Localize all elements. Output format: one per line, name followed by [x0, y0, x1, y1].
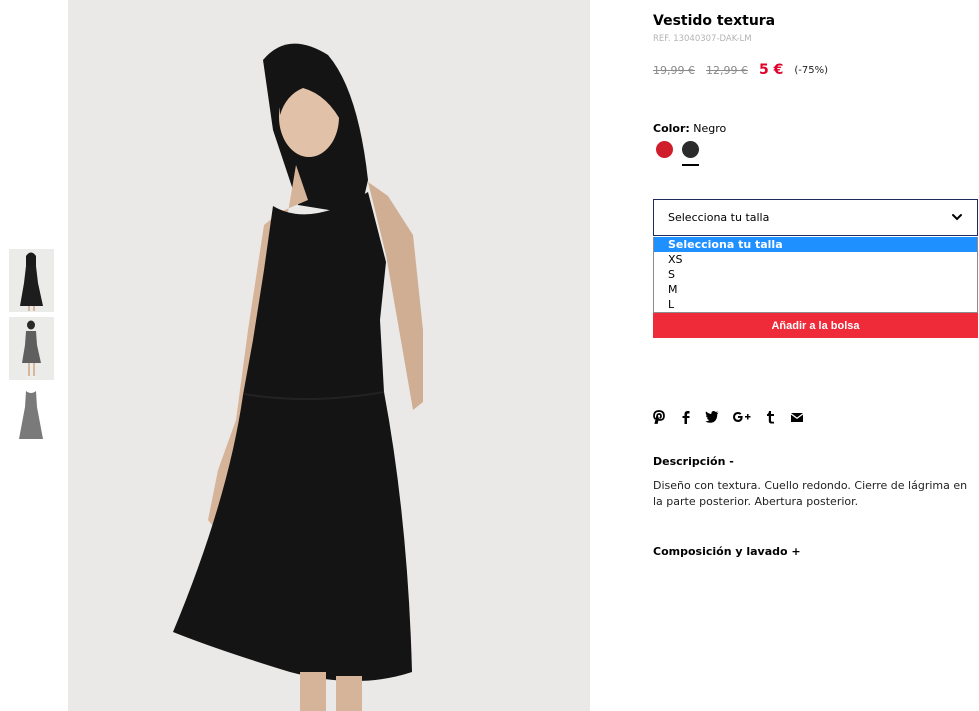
description-text: Diseño con textura. Cuello redondo. Cier…: [653, 479, 968, 508]
facebook-icon[interactable]: [680, 409, 692, 425]
size-option-l[interactable]: L: [654, 297, 977, 312]
description-heading[interactable]: Descripción -: [653, 455, 734, 468]
size-option-xs[interactable]: XS: [654, 252, 977, 267]
thumbnail-front-image: [9, 249, 54, 312]
thumbnail-flat[interactable]: [9, 385, 54, 448]
twitter-icon[interactable]: [704, 409, 720, 425]
color-swatch-black[interactable]: [682, 141, 699, 158]
color-swatch-red[interactable]: [656, 141, 673, 158]
discount-label: (-75%): [794, 64, 828, 76]
size-select[interactable]: Selecciona tu talla: [653, 199, 978, 236]
thumbnail-back-image: [9, 317, 54, 380]
model-image: [68, 0, 590, 711]
price-sale: 5 €: [759, 62, 784, 78]
tumblr-icon[interactable]: [764, 409, 776, 425]
product-photo: [68, 0, 590, 711]
size-option-s[interactable]: S: [654, 267, 977, 282]
size-select-value: Selecciona tu talla: [668, 211, 770, 224]
chevron-down-icon: [952, 214, 962, 221]
color-selected-name: Negro: [693, 122, 727, 135]
price-original-1: 19,99 €: [653, 63, 695, 77]
composition-heading[interactable]: Composición y lavado +: [653, 545, 801, 558]
pinterest-icon[interactable]: [652, 409, 666, 425]
price-original-2: 12,99 €: [706, 63, 748, 77]
color-label-row: Color: Negro: [653, 122, 726, 135]
size-option-m[interactable]: M: [654, 282, 977, 297]
email-icon[interactable]: [789, 409, 805, 425]
size-option-placeholder[interactable]: Selecciona tu talla: [654, 237, 977, 252]
product-reference: REF. 13040307-DAK-LM: [653, 34, 752, 44]
color-label: Color:: [653, 122, 690, 135]
selected-swatch-indicator: [682, 164, 699, 166]
product-title: Vestido textura: [653, 13, 776, 29]
thumbnail-flat-image: [9, 385, 54, 448]
size-options-list: Selecciona tu talla XS S M L: [653, 237, 978, 313]
thumbnail-back[interactable]: [9, 317, 54, 380]
add-to-bag-button[interactable]: Añadir a la bolsa: [653, 313, 978, 338]
google-plus-icon[interactable]: [731, 409, 751, 425]
price-row: 19,99 € 12,99 € 5 € (-75%): [653, 61, 828, 79]
thumbnail-front[interactable]: [9, 249, 54, 312]
